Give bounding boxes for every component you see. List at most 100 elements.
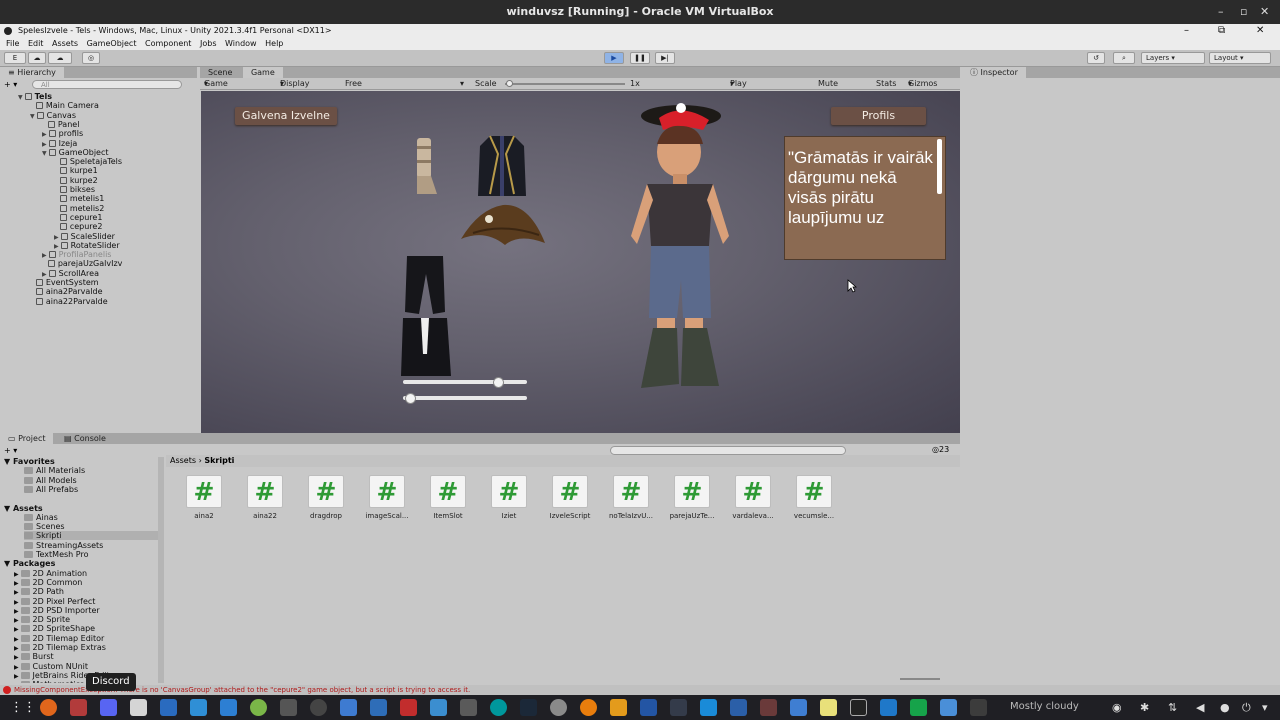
expand-down-icon[interactable]: ▼ [4,457,13,466]
pycharm-icon[interactable] [910,699,927,716]
app-icon-11[interactable] [340,699,357,716]
virtualbox-icon[interactable] [940,699,957,716]
boot-item[interactable] [411,136,441,198]
expand-down-icon[interactable]: ▼ [4,559,13,568]
expand-right-icon[interactable]: ▶ [14,626,21,633]
tab-console[interactable]: ▤ Console [56,433,114,444]
profile-quote-panel[interactable]: "Grāmatās ir vairāk dārgumu nekā visās p… [784,136,946,260]
asset-folder[interactable]: Ainas [24,513,58,522]
quote-scrollbar[interactable] [937,139,942,194]
aspect-chevron-icon[interactable]: ▾ [460,78,464,90]
close-icon[interactable]: ✕ [1260,0,1269,24]
expand-right-icon[interactable] [30,289,34,296]
account-button[interactable]: E [4,52,26,64]
expand-right-icon[interactable] [54,168,58,175]
hierarchy-item[interactable]: EventSystem [30,278,99,287]
favorite-item[interactable]: All Prefabs [24,485,78,494]
app-icon-7[interactable] [220,699,237,716]
vscode-icon[interactable] [880,699,897,716]
expand-right-icon[interactable] [54,196,58,203]
menu-window[interactable]: Window [225,39,257,48]
breadcrumb-root[interactable]: Assets [170,456,196,465]
script-asset[interactable]: # imageScal... [359,475,415,520]
hierarchy-item[interactable]: SpeletajaTels [54,157,122,166]
tab-game[interactable]: Game [242,67,283,78]
assets-section[interactable]: ▼ Assets [4,504,43,513]
app-icon-23[interactable] [700,699,717,716]
expand-down-icon[interactable]: ▼ [42,150,47,157]
restore-icon[interactable]: ▫ [1240,0,1247,24]
unity-close-icon[interactable]: ✕ [1256,24,1264,38]
expand-right-icon[interactable]: ▶ [14,636,21,643]
hierarchy-item[interactable]: bikses [54,185,95,194]
hierarchy-item[interactable]: ▶ ScrollArea [42,269,99,278]
project-search-input[interactable] [610,446,846,455]
icon-size-slider[interactable] [900,678,940,680]
expand-right-icon[interactable]: ▶ [42,141,47,148]
game-viewport[interactable]: Galvena Izvelne Profils "Grāmatās ir vai… [201,91,960,433]
app-icon-9[interactable] [280,699,297,716]
menu-assets[interactable]: Assets [52,39,78,48]
services-icon[interactable]: ◎ [82,52,100,64]
character-model[interactable] [619,96,739,396]
app-icon-13[interactable] [400,699,417,716]
files-icon[interactable] [70,699,87,716]
script-asset[interactable]: # parejaUzTe... [664,475,720,520]
discord-icon[interactable] [100,699,117,716]
expand-right-icon[interactable]: ▶ [14,571,21,578]
step-button[interactable]: ▶| [655,52,675,64]
asset-folder[interactable]: Scenes [24,522,65,531]
expand-right-icon[interactable]: ▶ [14,589,21,596]
menu-jobs[interactable]: Jobs [200,39,217,48]
collab-button[interactable]: ☁ [28,52,46,64]
app-icon-15[interactable] [460,699,477,716]
rotate-slider[interactable] [403,396,527,400]
unity-restore-icon[interactable]: ⧉ [1218,24,1225,38]
expand-right-icon[interactable] [54,206,58,213]
hierarchy-item[interactable]: ▼ Canvas [30,111,76,120]
favorite-item[interactable]: All Models [24,476,77,485]
app-icon-8[interactable] [250,699,267,716]
scale-slider-knob[interactable] [506,80,513,87]
expand-right-icon[interactable] [54,224,58,231]
hierarchy-item[interactable]: Main Camera [30,101,99,110]
hierarchy-item[interactable]: kurpe2 [54,176,98,185]
package-folder[interactable]: ▶ 2D SpriteShape [14,624,95,633]
favorites-section[interactable]: ▼ Favorites [4,457,55,466]
tab-project[interactable]: ▭ Project [0,433,54,444]
app-icon-14[interactable] [430,699,447,716]
menu-help[interactable]: Help [265,39,283,48]
package-folder[interactable]: ▶ 2D Path [14,587,64,596]
expand-right-icon[interactable]: ▶ [54,243,59,250]
expand-right-icon[interactable]: ▶ [54,234,59,241]
expand-right-icon[interactable]: ▶ [14,608,21,615]
steam-icon[interactable] [520,699,537,716]
tab-scene[interactable]: Scene [200,67,240,78]
project-tree-scrollbar[interactable] [158,457,164,683]
scale-slider[interactable] [403,380,527,384]
firefox-icon[interactable] [40,699,57,716]
expand-right-icon[interactable]: ▶ [42,131,47,138]
package-folder[interactable]: ▶ 2D PSD Importer [14,606,100,615]
cloud-icon[interactable]: ☁ [48,52,72,64]
expand-right-icon[interactable]: ▶ [14,664,21,671]
hierarchy-item[interactable]: metelis1 [54,194,104,203]
unity-minimize-icon[interactable]: – [1184,24,1189,38]
app-icon-27[interactable] [820,699,837,716]
hierarchy-item[interactable]: parejaUzGalvIzv [42,259,122,268]
expand-right-icon[interactable] [30,103,34,110]
layout-dropdown[interactable]: Layout ▾ [1209,52,1271,64]
expand-down-icon[interactable]: ▼ [4,504,13,513]
hierarchy-item[interactable]: ▶ ProfilaPanelis [42,250,111,259]
display-dropdown[interactable]: Display 1 ▾ [280,78,310,100]
script-asset[interactable]: # ItemSlot [420,475,476,520]
expand-right-icon[interactable] [42,261,46,268]
expand-right-icon[interactable]: ▶ [42,271,47,278]
hierarchy-item[interactable]: cepure2 [54,222,102,231]
search-icon[interactable]: ⌕ [1113,52,1135,64]
pants-item[interactable] [399,254,453,380]
history-icon[interactable]: ↺ [1087,52,1105,64]
script-asset[interactable]: # vardaleva... [725,475,781,520]
script-asset[interactable]: # aina2 [176,475,232,520]
package-folder[interactable]: ▶ Custom NUnit [14,662,88,671]
